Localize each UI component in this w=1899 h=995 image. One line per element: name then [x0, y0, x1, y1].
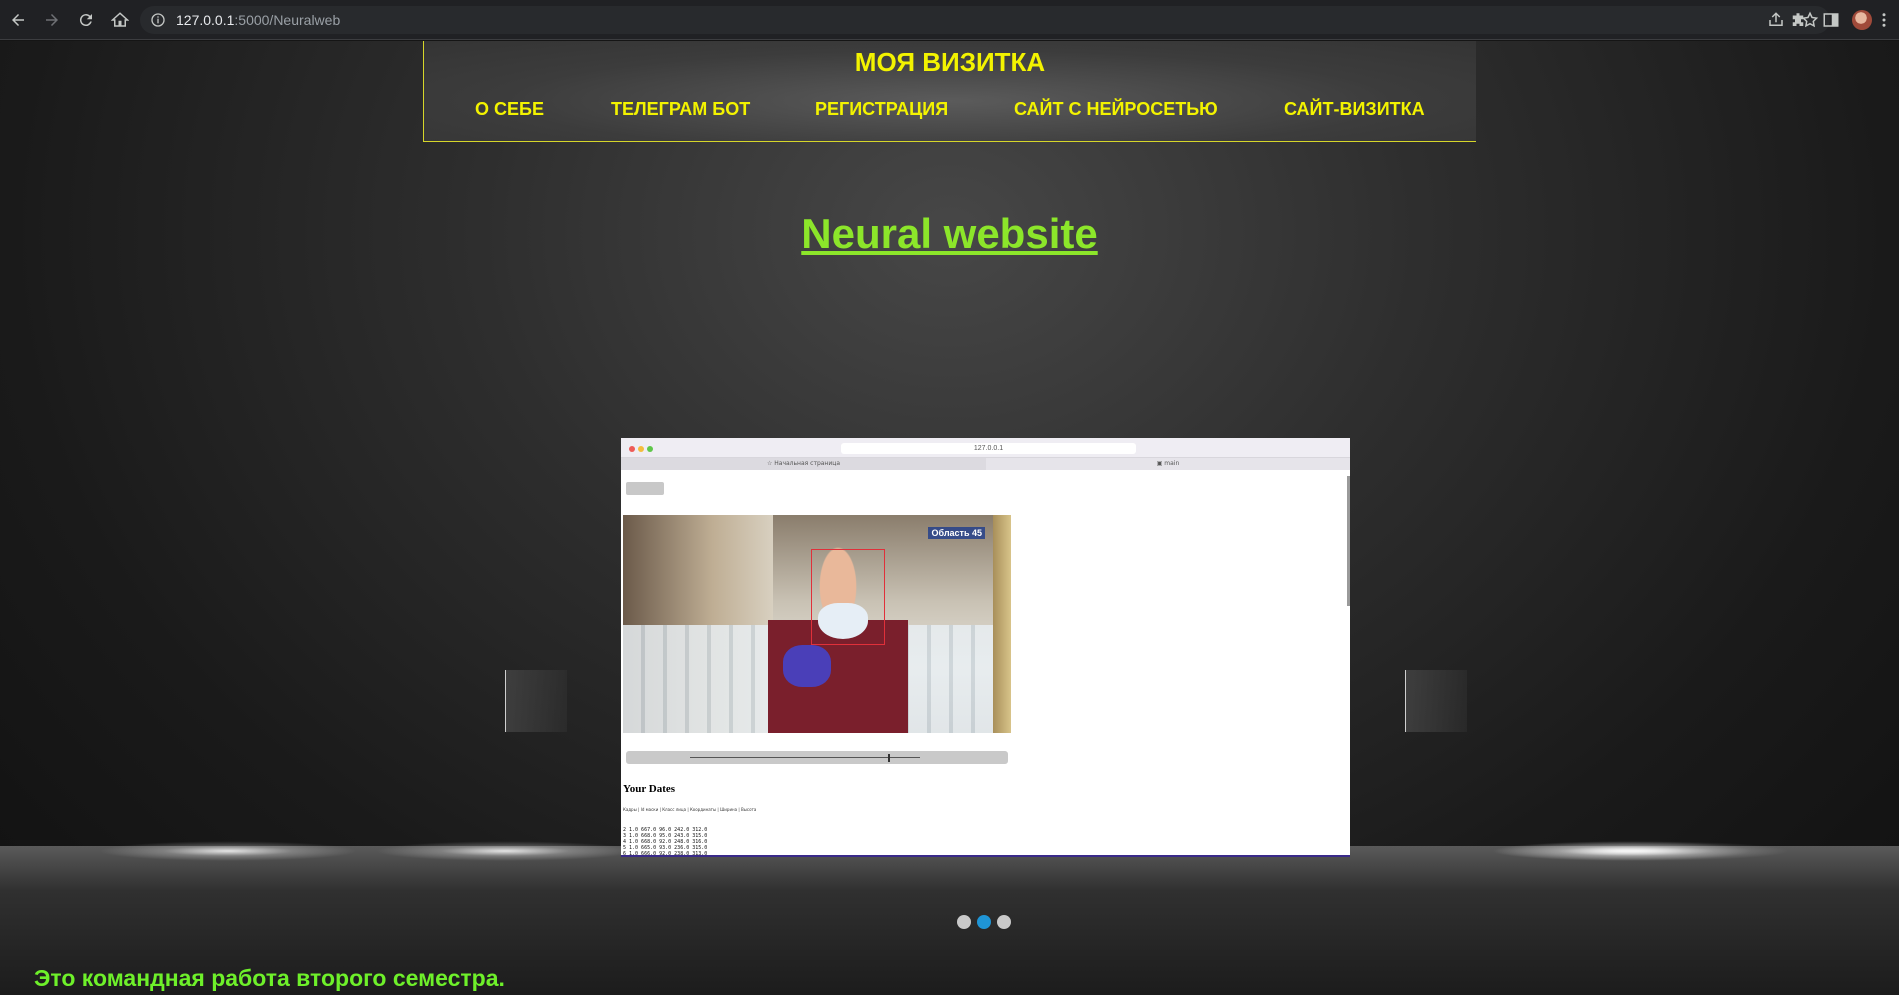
back-button[interactable] [2, 4, 34, 36]
page-title: Neural website [0, 210, 1899, 258]
mini-dot [647, 446, 653, 452]
mini-dot [629, 446, 635, 452]
reload-icon [79, 13, 92, 26]
menu-kebab-icon[interactable] [1872, 8, 1896, 32]
dates-data: 2 1.0 667.0 96.0 242.0 312.0 3 1.0 668.0… [623, 827, 708, 857]
nav-registration[interactable]: РЕГИСТРАЦИЯ [815, 99, 948, 120]
extensions-icon[interactable] [1786, 8, 1810, 32]
video-channel-badge: Область 45 [928, 527, 985, 539]
nav-telegram-bot[interactable]: ТЕЛЕГРАМ БОТ [611, 99, 750, 120]
mini-toolbar [626, 482, 664, 495]
mini-scrollbar [1347, 476, 1350, 606]
profile-avatar[interactable] [1852, 10, 1872, 30]
nav-about[interactable]: О СЕБЕ [475, 99, 544, 120]
browser-toolbar: 127.0.0.1:5000/Neuralweb [0, 0, 1899, 40]
carousel-indicator-active[interactable] [977, 915, 991, 929]
side-panel-icon[interactable] [1819, 8, 1843, 32]
mini-dot [638, 446, 644, 452]
carousel-indicators [957, 915, 1011, 929]
mini-tab: ☆ Начальная страница [621, 458, 986, 470]
arrow-right-icon [46, 13, 58, 26]
nav-neural-site[interactable]: САЙТ С НЕЙРОСЕТЬЮ [1014, 99, 1218, 120]
reload-button[interactable] [70, 4, 102, 36]
video-glove [783, 645, 831, 687]
video-controls [626, 751, 1008, 764]
carousel-indicator[interactable] [957, 915, 971, 929]
floor-light [98, 841, 358, 861]
slide-mini-browser-bar: 127.0.0.1 [621, 438, 1350, 458]
footer-text: Это командная работа второго семестра. [34, 965, 505, 991]
video-progress-track [690, 757, 920, 758]
url-path: :5000/Neuralweb [234, 12, 341, 28]
info-icon[interactable] [150, 12, 166, 28]
forward-button[interactable] [36, 4, 68, 36]
mini-url: 127.0.0.1 [841, 443, 1136, 454]
nav-business-card[interactable]: САЙТ-ВИЗИТКА [1284, 99, 1425, 120]
carousel-indicator[interactable] [997, 915, 1011, 929]
page-body: МОЯ ВИЗИТКА О СЕБЕ ТЕЛЕГРАМ БОТ РЕГИСТРА… [0, 41, 1899, 995]
face-bounding-box [811, 549, 885, 645]
your-dates-heading: Your Dates [623, 783, 676, 795]
mini-tabs: ☆ Начальная страница ▣ main [621, 458, 1350, 470]
address-bar[interactable]: 127.0.0.1:5000/Neuralweb [140, 6, 1830, 34]
home-button[interactable] [104, 4, 136, 36]
home-icon [111, 11, 129, 27]
detection-video-frame: Область 45 [623, 515, 1011, 733]
carousel-prev-button[interactable] [505, 670, 567, 732]
video-progress-knob [888, 754, 890, 762]
mini-tab: ▣ main [1156, 460, 1180, 467]
carousel-slide: 127.0.0.1 ☆ Начальная страница ▣ main Об… [621, 438, 1350, 857]
dates-column-header: Кадры | Id маски | Класс лица | Координа… [623, 807, 757, 812]
carousel-next-button[interactable] [1405, 670, 1467, 732]
floor-light [1490, 841, 1790, 861]
arrow-left-icon [12, 13, 24, 26]
share-icon[interactable] [1766, 10, 1786, 30]
floor-light [375, 841, 635, 861]
page-title-link[interactable]: Neural website [801, 210, 1097, 257]
brand-title: МОЯ ВИЗИТКА [854, 47, 1046, 77]
video-pillar [993, 515, 1011, 733]
url-host: 127.0.0.1 [176, 12, 235, 28]
site-header: МОЯ ВИЗИТКА О СЕБЕ ТЕЛЕГРАМ БОТ РЕГИСТРА… [423, 41, 1476, 142]
